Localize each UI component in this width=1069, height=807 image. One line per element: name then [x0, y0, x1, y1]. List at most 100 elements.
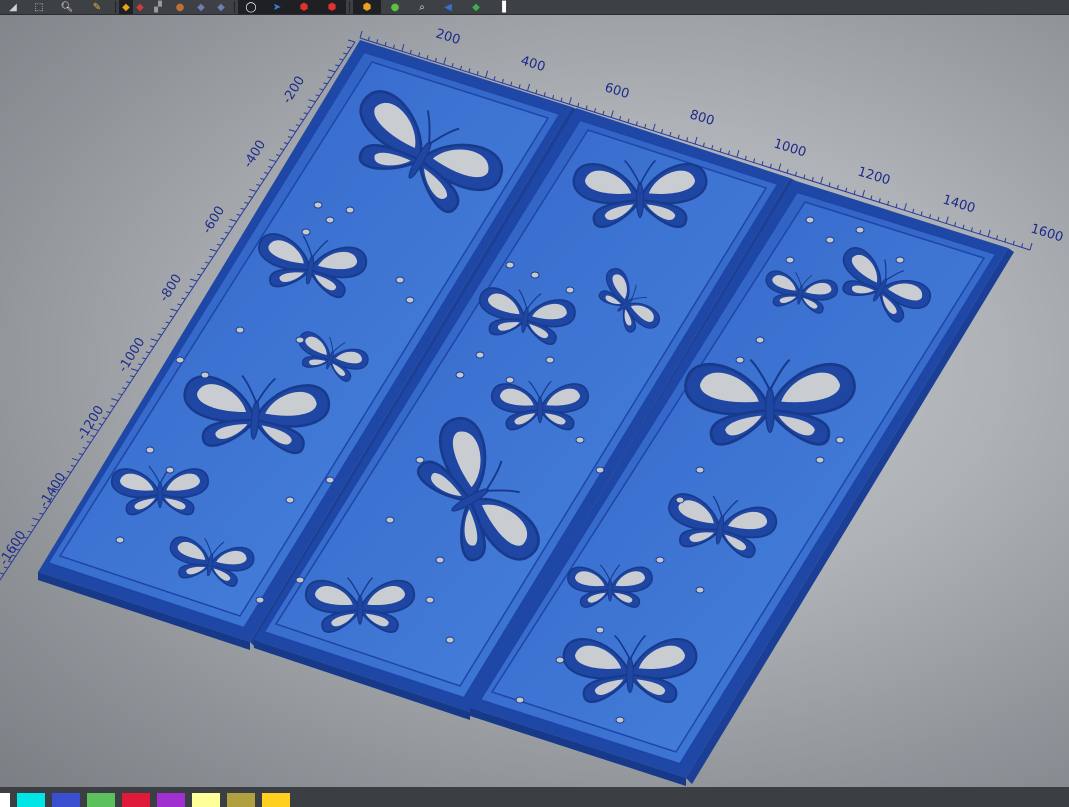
toolbar-separator [234, 1, 235, 13]
dot-cutout [145, 446, 155, 454]
ruler-tick [845, 187, 848, 192]
ruler-tick [137, 363, 143, 366]
ruler-tick [71, 457, 80, 461]
palette-swatch[interactable] [0, 793, 10, 807]
palette-swatch[interactable] [87, 793, 115, 807]
dot-cutout [285, 496, 295, 504]
dot-cutout [735, 356, 745, 364]
ruler-tick [543, 92, 546, 97]
ruler-tick [169, 315, 174, 318]
ruler-tick [644, 123, 647, 129]
ruler-tick [303, 112, 308, 115]
ruler-tick [229, 218, 237, 222]
dot-cutout [515, 696, 525, 704]
ruler-tick [744, 155, 747, 161]
cube-red2-icon[interactable]: ⬢ [318, 0, 346, 14]
ruler-tick [694, 136, 698, 145]
ruler-tick [434, 57, 437, 62]
layer-red-icon[interactable]: ◆ [133, 0, 147, 14]
ruler-tick [929, 214, 931, 219]
ruler-tick [248, 195, 253, 198]
dot-cutout [555, 656, 565, 664]
ruler-top-label: 1600 [1029, 221, 1065, 245]
palette-swatch[interactable] [227, 793, 255, 807]
scene: 200 400 600 800 1000 1200 1400 1600 -200 -400 -60… [0, 26, 1065, 786]
ruler-top-label: 1400 [941, 192, 977, 216]
ruler-tick [256, 183, 261, 186]
box-view-icon[interactable]: ⬚ [26, 0, 52, 14]
green-diamond-icon[interactable]: ◆ [461, 0, 491, 14]
dot-cutout [313, 201, 323, 209]
dot-cutout [785, 256, 795, 264]
shape-blue-icon[interactable]: ◆ [191, 0, 211, 14]
ruler-tick [110, 405, 115, 408]
palette-swatch[interactable] [17, 793, 45, 807]
ruler-tick [535, 89, 538, 94]
cube-red-icon[interactable]: ⬢ [290, 0, 318, 14]
dot-cutout [325, 216, 335, 224]
palette-swatch[interactable] [192, 793, 220, 807]
ruler-tick [920, 211, 923, 216]
ruler-tick [527, 83, 530, 92]
ruler-tick [518, 84, 521, 89]
ruler-tick [736, 150, 740, 158]
dot-cutout [325, 476, 335, 484]
ruler-tick [122, 387, 127, 390]
dot-cutout [815, 456, 825, 464]
zoom-icon[interactable]: 🔍︎ [52, 0, 82, 14]
ruler-tick [568, 97, 572, 105]
layer-yellow-icon[interactable]: ◆ [119, 0, 133, 14]
ruler-left-label: -400 [241, 138, 269, 171]
ruler-tick [181, 297, 186, 300]
ruler-tick [585, 105, 588, 110]
ruler-tick [126, 381, 131, 384]
toolbar-separator [115, 1, 116, 13]
ruler-tick [409, 49, 412, 55]
shape-blue2-icon[interactable]: ◆ [211, 0, 231, 14]
ruler-tick [118, 393, 123, 396]
arrow-left-icon[interactable]: ◀ [435, 0, 461, 14]
ruler-top-label: 200 [434, 26, 462, 48]
circle-outline-icon[interactable]: ◯ [238, 0, 264, 14]
3d-viewport[interactable]: 200 400 600 800 1000 1200 1400 1600 -200 -400 -60… [0, 15, 1069, 787]
ruler-tick [346, 46, 352, 49]
ruler-tick [1012, 240, 1015, 245]
ruler-tick [70, 464, 76, 467]
palette-swatch[interactable] [262, 793, 290, 807]
ruler-left-label: -1000 [116, 335, 149, 375]
ruler-tick [476, 70, 479, 76]
dot-cutout [165, 466, 175, 474]
dot-cutout [595, 466, 605, 474]
green-dot-icon[interactable]: ● [381, 0, 409, 14]
ruler-tick [141, 357, 147, 360]
dot-cutout [825, 236, 835, 244]
search-icon[interactable]: ⌕ [409, 0, 435, 14]
pencil-icon[interactable]: ✎ [82, 0, 112, 14]
blob-icon[interactable]: ● [169, 0, 191, 14]
ruler-tick [702, 142, 705, 147]
mesh-icon[interactable]: ▞ [147, 0, 169, 14]
dot-cutout [545, 356, 555, 364]
ruler-tick [912, 208, 915, 214]
ruler-tick [244, 201, 249, 204]
ruler-tick [1029, 242, 1033, 251]
ruler-tick [443, 57, 447, 65]
ruler-left-label: -1600 [0, 528, 29, 568]
dot-cutout [255, 596, 265, 604]
arrow-blue-icon[interactable]: ➤ [264, 0, 290, 14]
palette-swatch[interactable] [52, 793, 80, 807]
view-cube-icon[interactable]: ◢ [0, 0, 26, 14]
main-toolbar: ◢ ⬚ 🔍︎ ✎ ◆ ◆ ▞ ● ◆ ◆ ◯ ➤ ⬢ ⬢ ⬢ ● ⌕ ◀ ◆ ▌ [0, 0, 1069, 15]
palette-swatch[interactable] [157, 793, 185, 807]
ruler-tick [295, 124, 300, 127]
ruler-tick [0, 572, 5, 575]
dot-cutout [395, 276, 405, 284]
ruler-tick [803, 174, 806, 179]
ruler-tick [962, 224, 965, 229]
cube-orange-icon[interactable]: ⬢ [353, 0, 381, 14]
ruler-tick [652, 123, 656, 131]
palette-swatch[interactable] [122, 793, 150, 807]
ruler-tick [577, 102, 580, 108]
ruler-top-label: 1200 [856, 164, 892, 188]
cursor-icon[interactable]: ▌ [491, 0, 521, 14]
